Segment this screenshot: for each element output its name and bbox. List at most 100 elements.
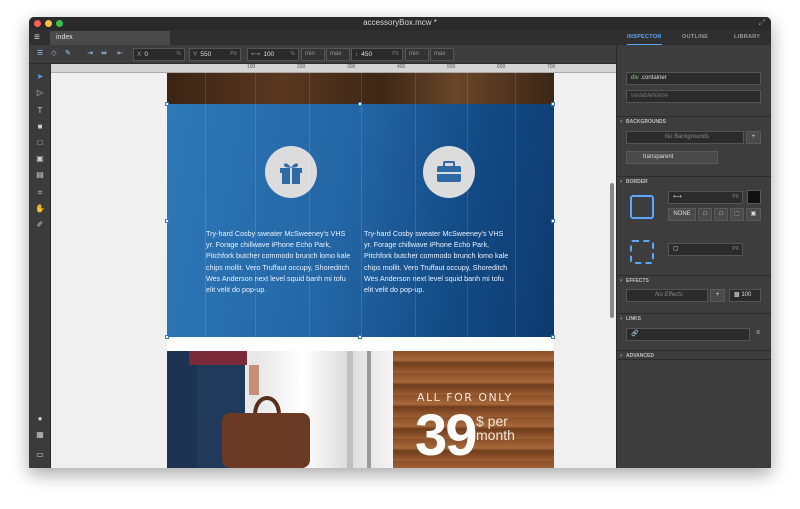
hamburger-menu-icon[interactable]: ≡ (34, 32, 46, 43)
ruler-label: 400 (397, 64, 406, 70)
tab-library[interactable]: LIBRARY (734, 30, 760, 45)
rectangle-tool-icon[interactable]: ■ (35, 122, 45, 132)
left-toolbar: ➤ ▷ T ■ □ ▣ ▤ ⌗ ✋ ✐ ● ▦ ▭ (29, 64, 51, 468)
arrange-center-icon[interactable]: ⇹ (99, 49, 109, 59)
link-options-icon[interactable]: ≡ (753, 328, 763, 341)
selection-handle[interactable] (165, 335, 169, 339)
add-effect-button[interactable]: + (710, 289, 725, 302)
border-width-field[interactable]: ⟷ PX (668, 191, 743, 204)
border-style-dashed[interactable]: □ (714, 208, 728, 221)
effects-section-title[interactable]: EFFECTS (617, 275, 771, 286)
link-url-field[interactable]: 🔗 (626, 328, 750, 341)
border-style-solid[interactable]: □ (698, 208, 712, 221)
border-style-none[interactable]: NONE (668, 208, 696, 221)
width-min-field[interactable]: min (301, 48, 325, 61)
y-position-field[interactable]: Y 550 PX (189, 48, 241, 61)
backgrounds-section-title[interactable]: BACKGROUNDS (617, 116, 771, 127)
opacity-field[interactable]: ▩ 100 (729, 289, 761, 302)
arrange-right-icon[interactable]: ⇤ (115, 49, 125, 59)
feature-text-1[interactable]: Try-hard Cosby sweater McSweeney's VHS y… (206, 228, 354, 295)
background-color-field[interactable]: transparent (626, 151, 718, 164)
ruler-label: 100 (247, 64, 256, 70)
border-section-title[interactable]: BORDER (617, 176, 771, 187)
border-color-swatch[interactable] (747, 190, 761, 204)
height-unit: PX (392, 51, 399, 57)
height-icon: ↕ (355, 51, 359, 58)
links-section-title[interactable]: LINKS (617, 313, 771, 324)
feature-text-2[interactable]: Try-hard Cosby sweater McSweeney's VHS y… (364, 228, 512, 295)
inspector-panel: div .container variableName BACKGROUNDS … (616, 45, 771, 468)
selection-handle[interactable] (551, 219, 555, 223)
variable-name-input[interactable]: variableName (626, 90, 761, 103)
anchor-icon[interactable]: ◇ (49, 49, 59, 59)
pin-icon[interactable]: ✎ (63, 49, 73, 59)
advanced-section-title[interactable]: ADVANCED (617, 350, 771, 361)
border-style-double[interactable]: ▣ (746, 208, 761, 221)
height-field[interactable]: ↕ 450 PX (351, 48, 403, 61)
border-unit: PX (732, 194, 739, 200)
layers-icon[interactable]: ▦ (35, 430, 45, 440)
width-field[interactable]: ⟷ 100 % (247, 48, 299, 61)
add-background-button[interactable]: + (746, 131, 761, 144)
x-value: 0 (144, 51, 148, 58)
backpack-photo-art (167, 351, 371, 468)
selection-handle[interactable] (358, 335, 362, 339)
selection-handle[interactable] (551, 335, 555, 339)
fullscreen-icon[interactable]: ⤢ (759, 18, 765, 28)
x-position-field[interactable]: X0 % (133, 48, 185, 61)
eyedropper-icon[interactable]: ✐ (35, 220, 45, 230)
opacity-icon: ▩ (734, 292, 740, 298)
table-tool-icon[interactable]: ▤ (35, 170, 45, 180)
width-value: 100 (263, 51, 275, 58)
selection-handle[interactable] (358, 102, 362, 106)
backpack-photo (167, 351, 393, 468)
element-selector-field[interactable]: div .container (626, 72, 761, 85)
border-box-icon[interactable] (630, 195, 654, 219)
selection-handle[interactable] (165, 102, 169, 106)
height-min-field[interactable]: min (405, 48, 429, 61)
page: Try-hard Cosby sweater McSweeney's VHS y… (165, 73, 555, 468)
height-value: 450 (361, 51, 373, 58)
box-tool-icon[interactable]: □ (35, 138, 45, 148)
promo-banner[interactable]: ALL FOR ONLY 39 $ per month (393, 351, 554, 468)
crop-tool-icon[interactable]: ⌗ (35, 188, 45, 198)
y-unit: PX (230, 51, 237, 57)
direct-select-icon[interactable]: ▷ (35, 88, 45, 98)
canvas-scrollbar[interactable] (610, 183, 614, 318)
selection-handle[interactable] (551, 102, 555, 106)
tab-inspector[interactable]: INSPECTOR (627, 30, 662, 45)
ruler-label: 600 (497, 64, 506, 70)
width-max-field[interactable]: max (326, 48, 350, 61)
ruler-label: 700 (547, 64, 556, 70)
border-radius-field-icon: ▢ (673, 246, 679, 252)
link-icon: 🔗 (631, 331, 639, 337)
text-tool-icon[interactable]: T (35, 106, 45, 116)
image-tool-icon[interactable]: ▣ (35, 154, 45, 164)
y-value: 550 (200, 51, 212, 58)
ruler-label: 300 (347, 64, 356, 70)
height-max-field[interactable]: max (430, 48, 454, 61)
element-tag: div (631, 75, 639, 81)
hand-tool-icon[interactable]: ✋ (35, 204, 45, 214)
border-radius-field[interactable]: ▢ PX (668, 243, 743, 256)
border-style-dotted[interactable]: ⬚ (730, 208, 744, 221)
window-title: accessoryBox.mcw * (363, 18, 437, 27)
no-backgrounds-field: No Backgrounds (626, 131, 744, 144)
tab-outline[interactable]: OUTLINE (682, 30, 708, 45)
arrange-left-icon[interactable]: ⇥ (85, 49, 95, 59)
design-canvas[interactable]: Try-hard Cosby sweater McSweeney's VHS y… (51, 73, 616, 468)
chat-icon[interactable]: ▭ (35, 450, 45, 460)
background-color-label: transparent (643, 154, 674, 160)
selection-handle[interactable] (165, 219, 169, 223)
horizontal-ruler: 100 200 300 400 500 600 700 (51, 64, 616, 73)
align-icon[interactable]: ☰ (35, 49, 45, 59)
radius-unit: PX (732, 246, 739, 252)
promo-price: 39 (415, 403, 477, 468)
tab-document[interactable]: index (50, 31, 170, 45)
x-unit: % (176, 51, 181, 57)
border-radius-icon[interactable] (630, 240, 654, 264)
user-icon[interactable]: ● (35, 414, 45, 424)
width-unit: % (290, 51, 295, 57)
select-arrow-icon[interactable]: ➤ (35, 72, 45, 82)
border-width-icon: ⟷ (673, 194, 682, 200)
